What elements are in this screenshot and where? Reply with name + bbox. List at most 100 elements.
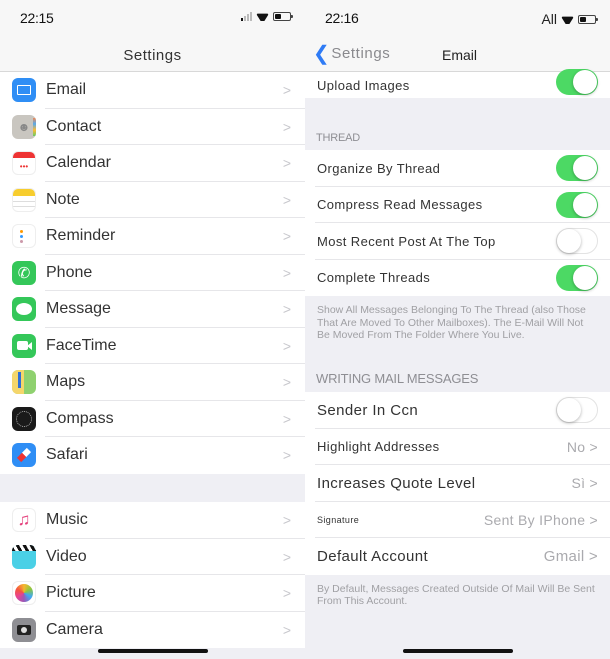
complete-threads-row: Complete Threads xyxy=(305,259,610,296)
reminders-icon xyxy=(12,224,36,249)
settings-item-safari[interactable]: Safari > xyxy=(0,437,305,474)
row-label: Upload Images xyxy=(317,77,410,93)
email-settings-list: Upload Images THREAD Organize By Thread C… xyxy=(305,69,610,618)
settings-item-calendar[interactable]: ••• Calendar > xyxy=(0,145,305,182)
settings-screen: 22:15 Settings Email > ☻ Contact > ••• Calenda… xyxy=(0,0,305,659)
row-label: Signature xyxy=(317,514,360,525)
compress-read-messages-toggle[interactable] xyxy=(556,191,598,218)
settings-item-label: Reminder xyxy=(46,227,116,245)
organize-by-thread-toggle[interactable] xyxy=(556,155,598,182)
status-time: 22:16 xyxy=(325,10,359,26)
row-value: Sent By IPhone > xyxy=(483,511,598,528)
settings-item-label: Phone xyxy=(46,263,93,281)
chevron-right-icon: > xyxy=(282,585,291,602)
page-title: Email xyxy=(442,47,478,63)
settings-item-picture[interactable]: Picture > xyxy=(0,575,305,612)
settings-item-label: FaceTime xyxy=(46,336,117,354)
settings-item-video[interactable]: Video > xyxy=(0,538,305,575)
settings-item-label: Music xyxy=(46,511,88,529)
upload-images-row: Upload Images xyxy=(305,69,610,98)
chevron-right-icon: > xyxy=(282,191,291,208)
photos-icon xyxy=(12,581,36,606)
maps-icon xyxy=(12,370,36,395)
default-account-row[interactable]: Default Account Gmail > xyxy=(305,538,610,575)
wifi-icon xyxy=(256,11,269,21)
email-settings-screen: 22:16 All ❮ Settings Email Upload Images… xyxy=(305,0,610,659)
settings-item-reminder[interactable]: Reminder > xyxy=(0,218,305,255)
chevron-right-icon: > xyxy=(282,548,291,565)
chevron-right-icon: > xyxy=(282,512,291,529)
settings-item-label: Safari xyxy=(46,446,88,464)
section-header-thread: THREAD xyxy=(305,98,610,150)
chevron-right-icon: > xyxy=(282,447,291,464)
thread-footnote: Show All Messages Belonging To The Threa… xyxy=(305,296,610,362)
home-indicator[interactable] xyxy=(403,649,513,653)
settings-item-facetime[interactable]: FaceTime > xyxy=(0,327,305,364)
upload-images-toggle[interactable] xyxy=(556,69,598,95)
chevron-right-icon: > xyxy=(282,374,291,391)
settings-item-contact[interactable]: ☻ Contact > xyxy=(0,108,305,145)
settings-item-phone[interactable]: ✆ Phone > xyxy=(0,254,305,291)
settings-item-label: Note xyxy=(46,190,80,208)
chevron-right-icon: > xyxy=(282,337,291,354)
row-value: No > xyxy=(566,438,598,455)
compass-icon xyxy=(12,406,36,431)
mail-icon xyxy=(12,78,36,103)
settings-item-camera[interactable]: Camera > xyxy=(0,611,305,648)
most-recent-post-at-the-top-row: Most Recent Post At The Top xyxy=(305,223,610,260)
row-label: Highlight Addresses xyxy=(317,439,440,455)
settings-list-apps: Email > ☻ Contact > ••• Calendar > Note > Reminder… xyxy=(0,72,305,474)
messages-icon xyxy=(12,297,36,322)
home-indicator[interactable] xyxy=(98,649,208,653)
phone-icon: ✆ xyxy=(12,260,36,285)
most-recent-post-at-the-top-toggle[interactable] xyxy=(556,228,598,255)
chevron-right-icon: > xyxy=(282,264,291,281)
chevron-right-icon: > xyxy=(282,118,291,135)
carrier-label: All xyxy=(541,11,557,27)
chevron-right-icon: > xyxy=(282,410,291,427)
wifi-icon xyxy=(561,14,574,24)
compress-read-messages-row: Compress Read Messages xyxy=(305,186,610,223)
settings-item-compass[interactable]: Compass > xyxy=(0,400,305,437)
complete-threads-toggle[interactable] xyxy=(556,264,598,291)
page-title: Settings xyxy=(123,47,182,64)
row-label: Complete Threads xyxy=(317,270,431,286)
increases-quote-level-row[interactable]: Increases Quote Level Sì > xyxy=(305,465,610,502)
notes-icon xyxy=(12,187,36,212)
row-label: Organize By Thread xyxy=(317,160,441,176)
settings-item-maps[interactable]: Maps > xyxy=(0,364,305,401)
account-footnote: By Default, Messages Created Outside Of … xyxy=(305,574,610,618)
battery-icon xyxy=(273,11,293,21)
settings-item-note[interactable]: Note > xyxy=(0,181,305,218)
row-value: Sì > xyxy=(571,475,598,492)
settings-item-label: Compass xyxy=(46,409,114,427)
contacts-icon: ☻ xyxy=(12,114,36,139)
signature-row[interactable]: Signature Sent By IPhone > xyxy=(305,501,610,538)
status-time: 22:15 xyxy=(20,10,54,26)
settings-item-music[interactable]: ♫ Music > xyxy=(0,502,305,539)
music-icon: ♫ xyxy=(12,508,36,533)
settings-list-media: ♫ Music > Video > Picture > Camera > xyxy=(0,502,305,648)
row-label: Compress Read Messages xyxy=(317,197,483,213)
calendar-icon: ••• xyxy=(12,151,36,176)
settings-item-label: Camera xyxy=(46,620,103,638)
sender-in-ccn-toggle[interactable] xyxy=(556,397,598,424)
chevron-right-icon: > xyxy=(282,155,291,172)
chevron-right-icon: > xyxy=(282,621,291,638)
settings-item-label: Email xyxy=(46,81,87,99)
highlight-addresses-row[interactable]: Highlight Addresses No > xyxy=(305,428,610,465)
signal-icon xyxy=(241,11,252,21)
chevron-right-icon: > xyxy=(282,82,291,99)
settings-item-message[interactable]: Message > xyxy=(0,291,305,328)
section-header-writing: WRITING MAIL MESSAGES xyxy=(305,362,610,392)
settings-item-label: Calendar xyxy=(46,154,111,172)
organize-by-thread-row: Organize By Thread xyxy=(305,150,610,187)
row-label: Default Account xyxy=(317,547,429,565)
status-bar: 22:15 xyxy=(0,0,305,36)
camera-icon xyxy=(12,617,36,642)
settings-item-email[interactable]: Email > xyxy=(0,72,305,109)
status-bar: 22:16 All xyxy=(305,0,610,36)
row-label: Most Recent Post At The Top xyxy=(317,233,496,249)
settings-item-label: Picture xyxy=(46,584,96,602)
settings-item-label: Maps xyxy=(46,373,86,391)
